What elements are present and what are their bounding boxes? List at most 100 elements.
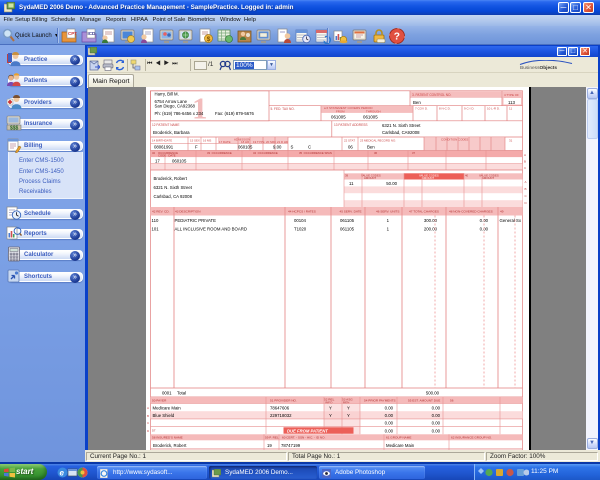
svg-text:Blue Shield: Blue Shield bbox=[153, 413, 175, 418]
svg-text:AMOUNT: AMOUNT bbox=[422, 176, 434, 180]
svg-text:F: F bbox=[195, 145, 198, 150]
svg-text:50.00: 50.00 bbox=[386, 181, 397, 186]
svg-text:Y: Y bbox=[329, 413, 332, 418]
svg-text:0.00: 0.00 bbox=[385, 428, 394, 433]
svg-text:Fax: (619) 879-5676: Fax: (619) 879-5676 bbox=[215, 111, 255, 116]
svg-text:45 SERV. DATE: 45 SERV. DATE bbox=[340, 210, 362, 214]
svg-text:0.00: 0.00 bbox=[432, 413, 441, 418]
svg-text:22 STAT: 22 STAT bbox=[344, 139, 355, 143]
svg-text:78647606: 78647606 bbox=[270, 405, 290, 410]
svg-text:Y: Y bbox=[329, 405, 332, 410]
svg-text:40: 40 bbox=[465, 173, 469, 177]
svg-text:12 PATIENT NAME: 12 PATIENT NAME bbox=[152, 123, 179, 127]
svg-text:T1020: T1020 bbox=[294, 227, 307, 232]
svg-text:AMOUNT: AMOUNT bbox=[482, 176, 494, 180]
svg-text:?: ? bbox=[394, 32, 400, 43]
svg-text:Broderick, Robert: Broderick, Robert bbox=[154, 176, 188, 181]
svg-text:14 BIRTHDATE: 14 BIRTHDATE bbox=[152, 139, 172, 143]
svg-text:16 MS: 16 MS bbox=[203, 139, 211, 143]
svg-text:44 HCPCS / RATES: 44 HCPCS / RATES bbox=[288, 210, 316, 214]
svg-text:110: 110 bbox=[152, 218, 159, 223]
svg-text:DUE FROM PATIENT: DUE FROM PATIENT bbox=[287, 428, 328, 433]
svg-text:C: C bbox=[147, 421, 150, 425]
svg-text:56: 56 bbox=[450, 399, 454, 403]
svg-text:FROM: FROM bbox=[336, 109, 345, 113]
svg-text:AMOUNT: AMOUNT bbox=[364, 176, 376, 180]
svg-text:0.00: 0.00 bbox=[432, 421, 441, 426]
svg-text:0.00: 0.00 bbox=[385, 413, 394, 418]
svg-text:Total: Total bbox=[177, 391, 186, 396]
svg-text:B: B bbox=[147, 414, 149, 418]
svg-text:9 C-I D.: 9 C-I D. bbox=[464, 107, 475, 111]
svg-text:061005: 061005 bbox=[363, 115, 378, 120]
svg-text:C: C bbox=[525, 194, 528, 198]
svg-text:17: 17 bbox=[155, 158, 160, 163]
svg-text:C: C bbox=[524, 166, 527, 170]
svg-text:300.00: 300.00 bbox=[424, 218, 438, 223]
svg-text:57: 57 bbox=[152, 429, 156, 433]
svg-text:49: 49 bbox=[500, 210, 504, 214]
svg-text:1: 1 bbox=[387, 218, 390, 223]
svg-text:061105: 061105 bbox=[340, 218, 355, 223]
svg-text:General Sx: General Sx bbox=[500, 218, 522, 223]
svg-text:Ben: Ben bbox=[413, 100, 421, 105]
svg-text:15 SEX: 15 SEX bbox=[190, 139, 200, 143]
svg-text:4 TYPE OF: 4 TYPE OF bbox=[504, 93, 519, 97]
svg-text:200.00: 200.00 bbox=[424, 227, 438, 232]
svg-text:60 CERT. - SSN - HIC. - ID NO.: 60 CERT. - SSN - HIC. - ID NO. bbox=[282, 436, 326, 440]
svg-text:34 OCCURRENCE: 34 OCCURRENCE bbox=[253, 151, 278, 155]
svg-text:00104: 00104 bbox=[294, 218, 307, 223]
svg-text:Y: Y bbox=[347, 405, 350, 410]
svg-text:061005: 061005 bbox=[331, 115, 346, 120]
svg-text:55 EST. AMOUNT DUE: 55 EST. AMOUNT DUE bbox=[408, 399, 440, 403]
svg-text:3. PATIENT CONTROL NO.: 3. PATIENT CONTROL NO. bbox=[412, 93, 451, 97]
svg-text:060105: 060105 bbox=[238, 145, 253, 150]
svg-text:D: D bbox=[525, 201, 528, 205]
svg-text:13 PATIENT ADDRESS: 13 PATIENT ADDRESS bbox=[334, 123, 367, 127]
svg-text:32: 32 bbox=[152, 151, 156, 155]
svg-text:A: A bbox=[147, 406, 149, 410]
svg-text:61 GROUP NAME: 61 GROUP NAME bbox=[386, 436, 411, 440]
svg-text:CODE DATE: CODE DATE bbox=[158, 154, 176, 158]
svg-text:$: $ bbox=[206, 36, 210, 43]
svg-text:0.00: 0.00 bbox=[385, 405, 394, 410]
svg-text:06: 06 bbox=[348, 145, 353, 150]
svg-text:CPT: CPT bbox=[68, 31, 77, 36]
svg-text:113: 113 bbox=[508, 100, 516, 105]
svg-text:0001: 0001 bbox=[162, 391, 172, 396]
svg-text:9.00: 9.00 bbox=[273, 145, 282, 150]
svg-text:B: B bbox=[525, 187, 527, 191]
svg-text:47 TOTAL CHARGES: 47 TOTAL CHARGES bbox=[409, 210, 439, 214]
svg-text:59 P. REL: 59 P. REL bbox=[265, 436, 279, 440]
svg-text:e: e bbox=[60, 469, 65, 478]
svg-text:C: C bbox=[308, 145, 311, 150]
svg-text:CONDITION CODES: CONDITION CODES bbox=[441, 138, 468, 142]
svg-text:43 DESCRIPTION: 43 DESCRIPTION bbox=[175, 210, 200, 214]
svg-text:Ph: (619) 786-6456 x 234: Ph: (619) 786-6456 x 234 bbox=[155, 111, 204, 116]
svg-text:ICD: ICD bbox=[87, 31, 96, 36]
svg-text:S: S bbox=[291, 145, 294, 150]
svg-text:0.00: 0.00 bbox=[385, 421, 394, 426]
svg-text:19: 19 bbox=[267, 443, 272, 448]
svg-text:Harry, Bill M.: Harry, Bill M. bbox=[155, 92, 179, 97]
svg-text:Y: Y bbox=[347, 413, 350, 418]
svg-text:31: 31 bbox=[509, 139, 513, 143]
svg-text:0.00: 0.00 bbox=[432, 405, 441, 410]
svg-text:229718032: 229718032 bbox=[270, 413, 292, 418]
svg-text:78747199: 78747199 bbox=[281, 443, 301, 448]
svg-text:1: 1 bbox=[387, 227, 390, 232]
svg-text:San Diego, CA92368: San Diego, CA92368 bbox=[155, 104, 196, 109]
svg-text:46 SERV. UNITS: 46 SERV. UNITS bbox=[376, 210, 399, 214]
svg-text:Medicare Main: Medicare Main bbox=[386, 443, 415, 448]
svg-text:36: 36 bbox=[374, 151, 378, 155]
svg-text:54 PRIOR PAYMENTS: 54 PRIOR PAYMENTS bbox=[364, 399, 396, 403]
svg-text:08061991: 08061991 bbox=[154, 145, 174, 150]
svg-text:THROUGH: THROUGH bbox=[366, 109, 381, 113]
svg-text:11: 11 bbox=[349, 181, 354, 186]
svg-text:101: 101 bbox=[152, 227, 160, 232]
svg-text:35 OCCURRENCE SPAN: 35 OCCURRENCE SPAN bbox=[299, 151, 332, 155]
svg-text:23 MEDICAL RECORD NO.: 23 MEDICAL RECORD NO. bbox=[360, 139, 396, 143]
svg-text:48 NON-COVERED CHARGES: 48 NON-COVERED CHARGES bbox=[449, 210, 493, 214]
svg-text:061105: 061105 bbox=[340, 227, 355, 232]
svg-text:10 L-R D.: 10 L-R D. bbox=[487, 107, 500, 111]
